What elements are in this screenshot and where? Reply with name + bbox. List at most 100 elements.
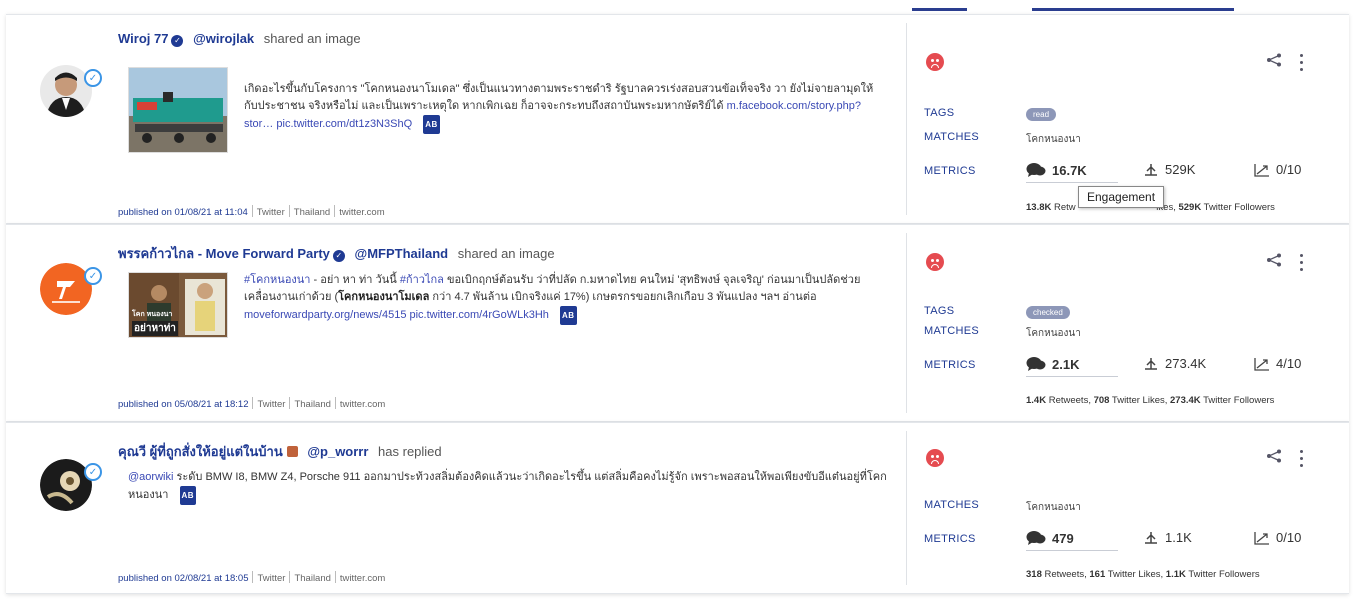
thumb-caption: อย่าหาท่า — [132, 321, 178, 336]
author-name[interactable]: Wiroj 77 — [118, 31, 168, 46]
avatar[interactable]: ✓ — [40, 263, 102, 319]
metrics-summary: 318 Retweets, 161 Twitter Likes, 1.1K Tw… — [1026, 569, 1260, 580]
tag-chip[interactable]: checked — [1026, 306, 1070, 319]
country-label[interactable]: Thailand — [294, 399, 330, 410]
mention[interactable]: @aorwiki — [128, 471, 173, 483]
domain-label[interactable]: twitter.com — [340, 399, 385, 410]
avatar[interactable]: ✓ — [40, 459, 102, 515]
reach-icon — [1145, 531, 1157, 544]
post-body: โคก หนองนา อย่าหาท่า #โคกหนองนา - อย่า ห… — [128, 272, 874, 338]
post-image-link[interactable]: pic.twitter.com/4rGoWLk3Hh — [410, 309, 549, 321]
metrics-label: METRICS — [924, 359, 976, 371]
trend-up-icon — [1254, 163, 1269, 177]
followers-count: 273.4K — [1170, 395, 1201, 406]
post-text-body: - อย่า หา ท่า วันนี้ — [310, 274, 400, 286]
post-image[interactable]: โคก หนองนา อย่าหาท่า — [128, 272, 228, 338]
summary-retweets-label: Retweets, — [1046, 395, 1094, 406]
summary-followers-label: Twitter Followers — [1200, 395, 1275, 406]
frown-face-icon[interactable] — [926, 253, 944, 271]
score-metric[interactable]: 0/10 — [1254, 530, 1301, 545]
verified-check-icon: ✓ — [84, 267, 102, 285]
engagement-metric[interactable]: 479 — [1026, 530, 1074, 546]
source-label[interactable]: Twitter — [257, 573, 285, 584]
post-meta: published on 02/08/21 at 18:05 Twitter Tha… — [118, 571, 385, 584]
share-icon[interactable] — [1266, 449, 1282, 467]
share-icon[interactable] — [1266, 53, 1282, 71]
likes-count: 161 — [1089, 569, 1106, 580]
metric-underline — [1026, 182, 1118, 183]
matches-value: โคกหนองนา — [1026, 328, 1081, 339]
published-date: published on 02/08/21 at 18:05 — [118, 573, 249, 584]
author-name[interactable]: คุณวี ผู้ที่ถูกสั่งให้อยู่แต่ในบ้าน — [118, 444, 283, 459]
author-handle[interactable]: @p_worrr — [307, 444, 368, 459]
more-vertical-icon[interactable] — [1300, 450, 1304, 471]
metrics-panel: TAGS read MATCHES โคกหนองนา METRICS 16.7… — [918, 15, 1318, 225]
tag-chip[interactable]: read — [1026, 108, 1057, 121]
score-value: 0/10 — [1276, 530, 1302, 545]
summary-retweets-label: Retweets, — [1041, 569, 1090, 580]
post-text: #โคกหนองนา - อย่า หา ท่า วันนี้ #ก้าวไกล… — [244, 272, 874, 338]
source-label[interactable]: Twitter — [257, 207, 285, 218]
matches-label: MATCHES — [924, 131, 980, 143]
domain-label[interactable]: twitter.com — [339, 207, 384, 218]
score-metric[interactable]: 4/10 — [1254, 356, 1301, 371]
reach-value: 529K — [1165, 162, 1196, 177]
translate-icon[interactable]: AB — [559, 306, 577, 325]
author-handle[interactable]: @MFPThailand — [355, 246, 449, 261]
summary-retweets-label: Retw — [1051, 202, 1076, 213]
published-date: published on 05/08/21 at 18:12 — [118, 399, 249, 410]
metrics-label: METRICS — [924, 165, 976, 177]
translate-icon[interactable]: AB — [179, 486, 197, 505]
post-action: has replied — [378, 444, 442, 459]
top-tab-indicator — [0, 0, 1355, 12]
author-handle[interactable]: @wirojlak — [193, 31, 254, 46]
matches-label: MATCHES — [924, 499, 980, 511]
domain-label[interactable]: twitter.com — [340, 573, 385, 584]
more-vertical-icon[interactable] — [1300, 54, 1304, 75]
published-date: published on 01/08/21 at 11:04 — [118, 207, 248, 218]
source-label[interactable]: Twitter — [257, 399, 285, 410]
engagement-tooltip: Engagement — [1078, 186, 1165, 208]
panel-divider — [906, 431, 907, 585]
likes-count: 708 — [1093, 395, 1110, 406]
post-image-link[interactable]: pic.twitter.com/dt1z3N3ShQ — [276, 118, 412, 130]
tags-label: TAGS — [924, 107, 955, 119]
author-name[interactable]: พรรคก้าวไกล - Move Forward Party — [118, 246, 330, 261]
post-image[interactable] — [128, 67, 228, 153]
verified-badge-icon: ✓ — [171, 35, 184, 47]
frown-face-icon[interactable] — [926, 53, 944, 71]
reach-metric[interactable]: 273.4K — [1143, 356, 1206, 371]
post-content: คุณวี ผู้ที่ถูกสั่งให้อยู่แต่ในบ้าน @p_w… — [118, 441, 878, 462]
chat-bubbles-icon — [1026, 531, 1046, 545]
post-action: shared an image — [263, 31, 361, 46]
country-label[interactable]: Thailand — [294, 573, 330, 584]
metrics-summary: 1.4K Retweets, 708 Twitter Likes, 273.4K… — [1026, 395, 1274, 406]
post-content: Wiroj 77 ✓ @wirojlak shared an image — [118, 31, 878, 47]
hashtag[interactable]: #โคกหนองนา — [244, 274, 311, 286]
matches-value: โคกหนองนา — [1026, 134, 1081, 145]
reach-metric[interactable]: 529K — [1143, 162, 1195, 177]
post-link[interactable]: moveforwardparty.org/news/4515 — [244, 309, 406, 321]
metrics-panel: TAGS checked MATCHES โคกหนองนา METRICS 2… — [918, 225, 1318, 423]
engagement-metric[interactable]: 2.1K — [1026, 356, 1079, 372]
frown-face-icon[interactable] — [926, 449, 944, 467]
country-label[interactable]: Thailand — [294, 207, 330, 218]
hashtag[interactable]: #ก้าวไกล — [400, 274, 444, 286]
thumb-caption: โคก หนองนา — [132, 311, 173, 318]
post-body: เกิดอะไรขึ้นกับโครงการ "โคกหนองนาโมเดล" … — [128, 67, 874, 153]
tags-label: TAGS — [924, 305, 955, 317]
post-content: พรรคก้าวไกล - Move Forward Party ✓ @MFPTh… — [118, 243, 878, 264]
verified-badge-icon: ✓ — [332, 250, 345, 262]
avatar[interactable]: ✓ — [40, 65, 102, 121]
score-metric[interactable]: 0/10 — [1254, 162, 1301, 177]
engagement-metric[interactable]: 16.7K — [1026, 162, 1087, 178]
post-header: พรรคก้าวไกล - Move Forward Party ✓ @MFPTh… — [118, 243, 878, 264]
post-meta: published on 05/08/21 at 18:12 Twitter Tha… — [118, 397, 385, 410]
tab-underline — [912, 8, 967, 11]
engagement-value: 16.7K — [1052, 162, 1087, 178]
more-vertical-icon[interactable] — [1300, 254, 1304, 275]
metrics-panel: MATCHES โคกหนองนา METRICS 479 1.1K 0/10 … — [918, 423, 1318, 595]
translate-icon[interactable]: AB — [423, 115, 440, 134]
reach-metric[interactable]: 1.1K — [1143, 530, 1192, 545]
share-icon[interactable] — [1266, 253, 1282, 271]
